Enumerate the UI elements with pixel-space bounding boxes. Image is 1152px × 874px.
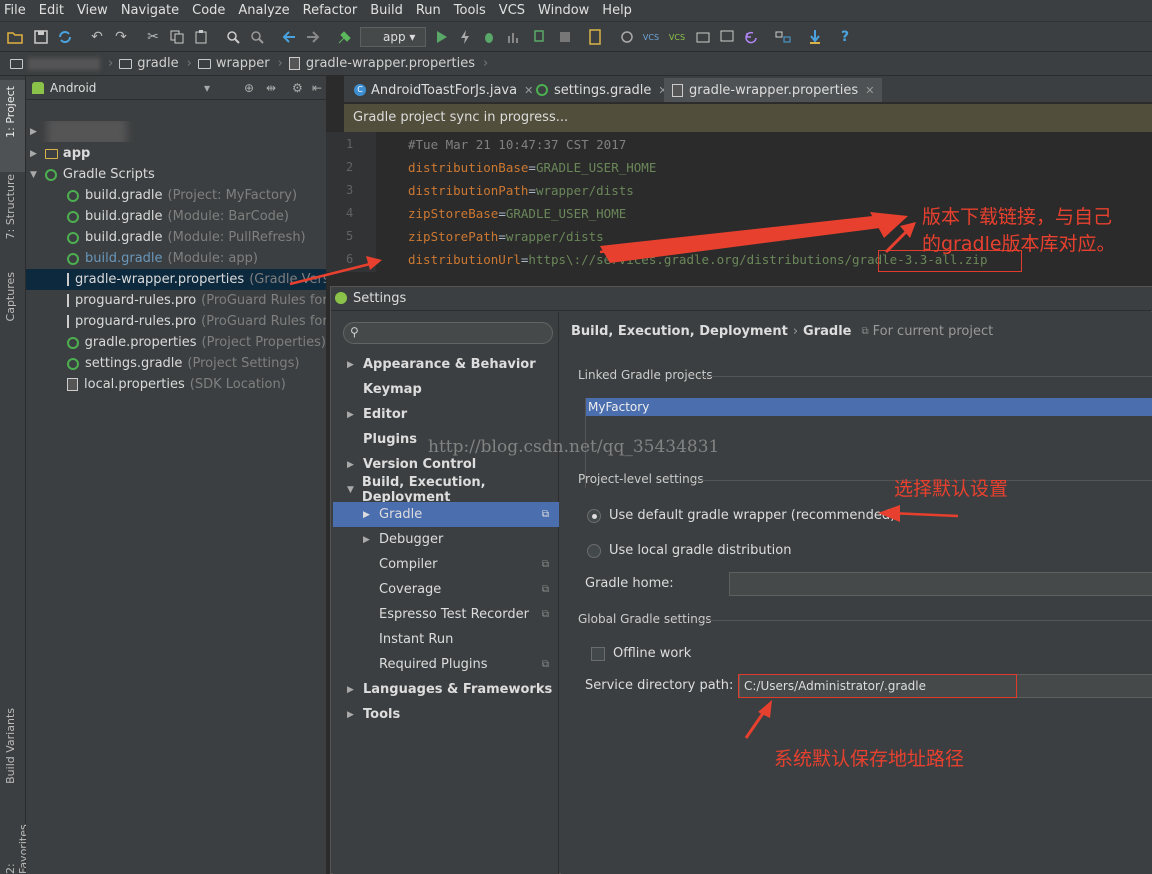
arrow-icon [886,230,908,252]
arrow-icon [878,505,900,522]
arrow-icon [600,215,882,263]
arrow-icon [290,262,378,284]
annotation-arrows [0,0,1152,874]
arrow-icon [366,256,382,270]
